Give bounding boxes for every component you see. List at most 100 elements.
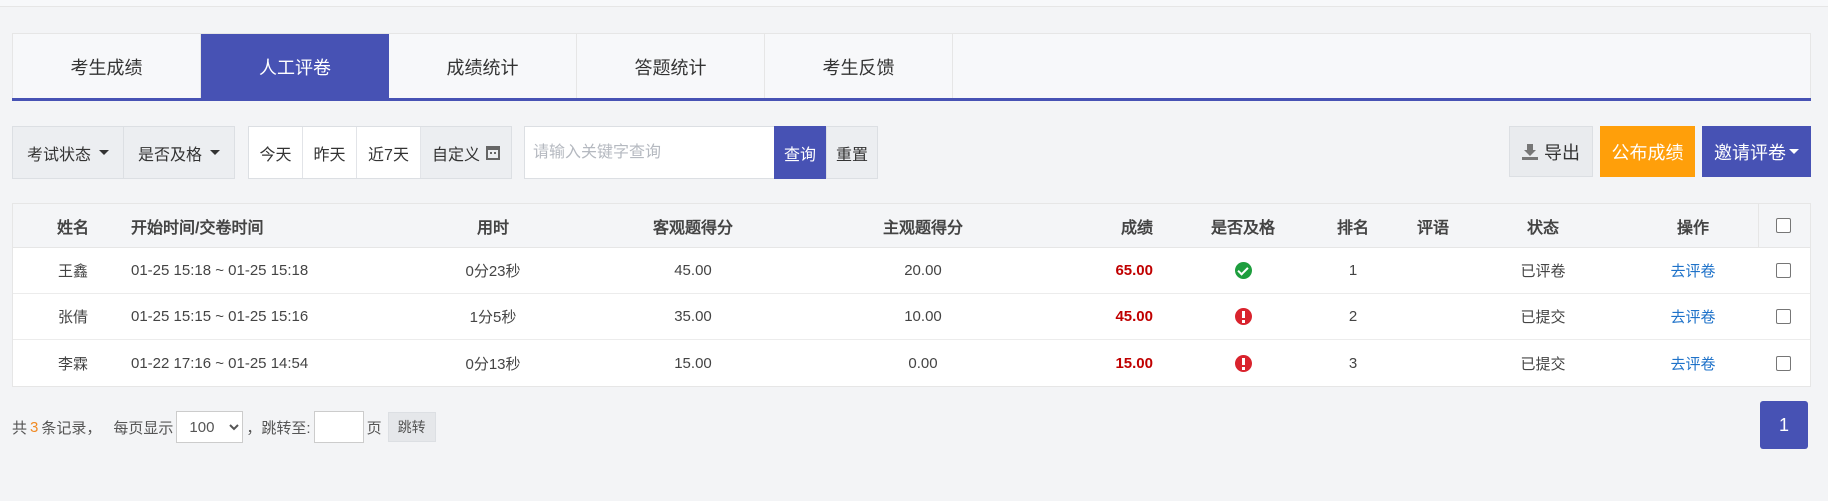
top-strip (0, 0, 1828, 7)
cell-comment (1393, 340, 1473, 386)
pass-status-label: 是否及格 (137, 146, 202, 164)
export-button[interactable]: 导出 (1509, 126, 1593, 177)
row-checkbox-cell (1758, 248, 1808, 293)
query-button[interactable]: 查询 (774, 126, 826, 179)
cell-duration: 1分5秒 (469, 309, 517, 326)
pagination-info: 共 3 条记录， 每页显示 100 ，跳转至: 页 跳转 (12, 411, 436, 443)
fail-alert-icon (1234, 354, 1252, 372)
date-yesterday-button[interactable]: 昨天 (303, 127, 357, 178)
header-name: 姓名 (56, 219, 89, 237)
caret-down-icon (210, 150, 220, 155)
cell-rank: 2 (1348, 308, 1358, 325)
cell-objective: 35.00 (674, 308, 712, 325)
cell-subjective: 10.00 (904, 308, 942, 325)
row-checkbox[interactable] (1775, 309, 1791, 324)
tab-score-statistics[interactable]: 成绩统计 (389, 34, 577, 100)
row-checkbox-cell (1758, 340, 1808, 386)
header-pass: 是否及格 (1210, 219, 1275, 237)
header-rank: 排名 (1336, 219, 1369, 237)
caret-down-icon (1789, 149, 1799, 154)
select-all-checkbox[interactable] (1775, 218, 1791, 233)
cell-pass (1173, 294, 1313, 339)
jump-label: ，跳转至: (246, 419, 311, 437)
results-table: 姓名 开始时间/交卷时间 用时 客观题得分 主观题得分 成绩 是否及格 排名 评… (12, 203, 1811, 387)
invite-grading-button[interactable]: 邀请评卷 (1702, 126, 1811, 177)
search-input[interactable] (524, 126, 774, 179)
date-range-selector: 今天 昨天 近7天 自定义 (248, 126, 512, 179)
tab-underline (12, 98, 1811, 101)
cell-pass (1173, 248, 1313, 293)
cell-duration: 0分23秒 (465, 263, 521, 280)
cell-time: 01-22 17:16 ~ 01-25 14:54 (131, 354, 309, 372)
select-all-checkbox-cell (1758, 204, 1808, 247)
cell-status: 已提交 (1520, 355, 1566, 373)
grade-link[interactable]: 去评卷 (1643, 294, 1743, 339)
tab-answer-statistics[interactable]: 答题统计 (577, 34, 765, 100)
tab-scores[interactable]: 考生成绩 (13, 34, 201, 100)
cell-duration: 0分13秒 (465, 355, 521, 373)
cell-name: 李霖 (57, 355, 88, 373)
row-checkbox[interactable] (1775, 263, 1791, 278)
header-operation: 操作 (1676, 219, 1709, 237)
cell-score: 15.00 (1115, 354, 1153, 372)
export-label: 导出 (1544, 142, 1580, 163)
header-objective: 客观题得分 (652, 219, 733, 237)
cell-comment (1393, 248, 1473, 293)
cell-pass (1173, 340, 1313, 386)
header-subjective: 主观题得分 (882, 219, 963, 237)
cell-status: 已提交 (1520, 309, 1566, 326)
cell-name: 张倩 (57, 309, 88, 326)
date-custom-label: 自定义 (431, 146, 480, 164)
cell-score: 45.00 (1115, 308, 1153, 325)
publish-scores-button[interactable]: 公布成绩 (1600, 126, 1695, 177)
header-time: 开始时间/交卷时间 (131, 219, 264, 237)
per-page-select[interactable]: 100 (176, 411, 244, 443)
pass-check-icon (1234, 262, 1252, 279)
tab-bar: 考生成绩 人工评卷 成绩统计 答题统计 考生反馈 (12, 33, 1811, 100)
total-suffix: 条记录， (41, 419, 102, 437)
cell-rank: 3 (1348, 354, 1358, 372)
row-checkbox[interactable] (1775, 355, 1791, 371)
total-prefix: 共 (12, 419, 28, 437)
table-row: 李霖 01-22 17:16 ~ 01-25 14:54 0分13秒 15.00… (13, 340, 1810, 386)
date-7days-button[interactable]: 近7天 (357, 127, 421, 178)
table-row: 张倩 01-25 15:15 ~ 01-25 15:16 1分5秒 35.00 … (13, 294, 1810, 340)
page-unit-label: 页 (366, 419, 382, 437)
cell-comment (1393, 294, 1473, 339)
table-row: 王鑫 01-25 15:18 ~ 01-25 15:18 0分23秒 45.00… (13, 248, 1810, 294)
tab-manual-grading[interactable]: 人工评卷 (201, 34, 389, 100)
exam-status-dropdown[interactable]: 考试状态 (12, 126, 124, 179)
cell-name: 王鑫 (57, 263, 88, 280)
exam-status-label: 考试状态 (26, 146, 91, 164)
row-checkbox-cell (1758, 294, 1808, 339)
total-count: 3 (30, 418, 39, 436)
date-today-button[interactable]: 今天 (249, 127, 303, 178)
reset-button[interactable]: 重置 (826, 126, 878, 179)
per-page-label: 每页显示 (113, 419, 174, 437)
date-custom-button[interactable]: 自定义 (421, 127, 511, 178)
jump-button[interactable]: 跳转 (387, 412, 436, 442)
cell-score: 65.00 (1115, 262, 1153, 279)
cell-subjective: 20.00 (904, 262, 942, 279)
cell-time: 01-25 15:15 ~ 01-25 15:16 (131, 308, 309, 325)
tab-feedback[interactable]: 考生反馈 (765, 34, 953, 100)
cell-time: 01-25 15:18 ~ 01-25 15:18 (131, 262, 309, 279)
grade-link[interactable]: 去评卷 (1643, 340, 1743, 386)
cell-status: 已评卷 (1520, 263, 1566, 280)
calendar-icon (486, 145, 500, 160)
cell-rank: 1 (1348, 262, 1358, 279)
fail-alert-icon (1234, 308, 1252, 325)
page-button-current[interactable]: 1 (1760, 401, 1808, 449)
grade-link[interactable]: 去评卷 (1643, 248, 1743, 293)
header-duration: 用时 (476, 219, 509, 237)
table-header: 姓名 开始时间/交卷时间 用时 客观题得分 主观题得分 成绩 是否及格 排名 评… (13, 204, 1810, 248)
cell-subjective: 0.00 (908, 354, 938, 372)
header-score: 成绩 (1120, 219, 1153, 237)
download-icon (1522, 143, 1538, 160)
pass-status-dropdown[interactable]: 是否及格 (124, 126, 235, 179)
cell-objective: 15.00 (674, 354, 712, 372)
header-status: 状态 (1526, 219, 1559, 237)
jump-page-input[interactable] (313, 411, 364, 443)
header-comment: 评语 (1416, 219, 1449, 237)
caret-down-icon (99, 150, 109, 155)
